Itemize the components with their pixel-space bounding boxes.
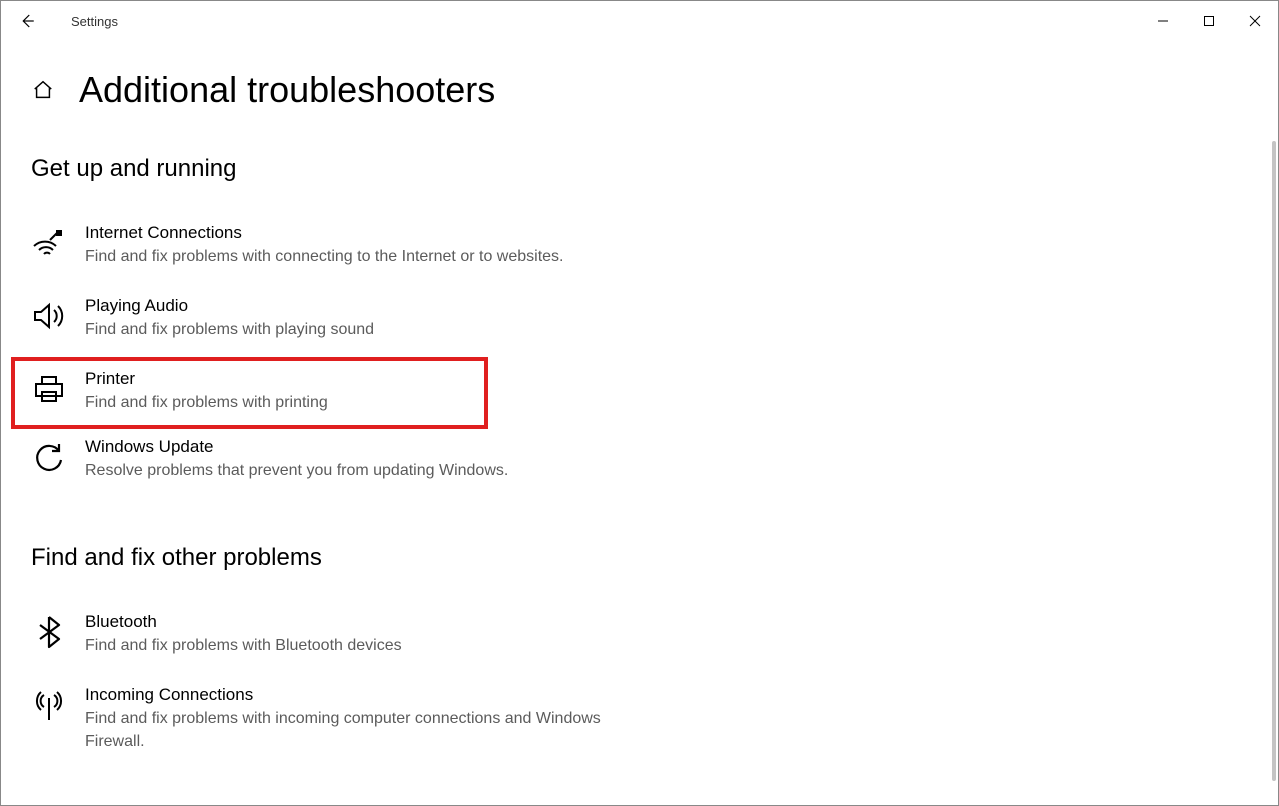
troubleshooter-playing-audio[interactable]: Playing Audio Find and fix problems with… xyxy=(31,286,651,359)
troubleshooter-title: Internet Connections xyxy=(85,223,651,243)
troubleshooter-internet-connections[interactable]: Internet Connections Find and fix proble… xyxy=(31,213,651,286)
section-title-get-up-and-running: Get up and running xyxy=(31,155,1270,183)
close-icon xyxy=(1249,15,1261,27)
troubleshooter-list-get-up: Internet Connections Find and fix proble… xyxy=(31,213,651,500)
troubleshooter-printer[interactable]: Printer Find and fix problems with print… xyxy=(13,359,486,426)
home-icon xyxy=(32,79,54,101)
troubleshooter-title: Playing Audio xyxy=(85,296,651,316)
troubleshooter-bluetooth[interactable]: Bluetooth Find and fix problems with Blu… xyxy=(31,602,651,675)
arrow-left-icon xyxy=(18,12,36,30)
troubleshooter-desc: Find and fix problems with printing xyxy=(85,391,480,414)
bluetooth-icon xyxy=(31,614,67,650)
troubleshooter-title: Bluetooth xyxy=(85,612,651,632)
title-bar: Settings xyxy=(1,1,1278,41)
troubleshooter-desc: Resolve problems that prevent you from u… xyxy=(85,459,651,482)
troubleshooter-title: Windows Update xyxy=(85,437,651,457)
section-title-find-and-fix-other: Find and fix other problems xyxy=(31,544,1270,572)
maximize-icon xyxy=(1203,15,1215,27)
troubleshooter-title: Incoming Connections xyxy=(85,685,651,705)
back-button[interactable] xyxy=(11,5,43,37)
troubleshooter-title: Printer xyxy=(85,369,480,389)
minimize-button[interactable] xyxy=(1140,5,1186,37)
antenna-icon xyxy=(31,687,67,723)
troubleshooter-windows-update[interactable]: Windows Update Resolve problems that pre… xyxy=(31,427,651,500)
troubleshooter-desc: Find and fix problems with Bluetooth dev… xyxy=(85,634,651,657)
maximize-button[interactable] xyxy=(1186,5,1232,37)
troubleshooter-desc: Find and fix problems with connecting to… xyxy=(85,245,651,268)
scrollbar[interactable] xyxy=(1272,141,1276,781)
troubleshooter-desc: Find and fix problems with playing sound xyxy=(85,318,651,341)
troubleshooter-incoming-connections[interactable]: Incoming Connections Find and fix proble… xyxy=(31,675,651,771)
wifi-icon xyxy=(31,225,67,261)
troubleshooter-list-other: Bluetooth Find and fix problems with Blu… xyxy=(31,602,651,772)
close-button[interactable] xyxy=(1232,5,1278,37)
content-area: Additional troubleshooters Get up and ru… xyxy=(1,41,1270,805)
window-controls xyxy=(1140,5,1278,37)
update-icon xyxy=(31,439,67,475)
speaker-icon xyxy=(31,298,67,334)
troubleshooter-desc: Find and fix problems with incoming comp… xyxy=(85,707,651,753)
page-title: Additional troubleshooters xyxy=(79,69,495,111)
page-header: Additional troubleshooters xyxy=(31,69,1270,111)
app-title: Settings xyxy=(71,14,118,29)
minimize-icon xyxy=(1157,15,1169,27)
printer-icon xyxy=(31,371,67,407)
home-button[interactable] xyxy=(31,78,55,102)
